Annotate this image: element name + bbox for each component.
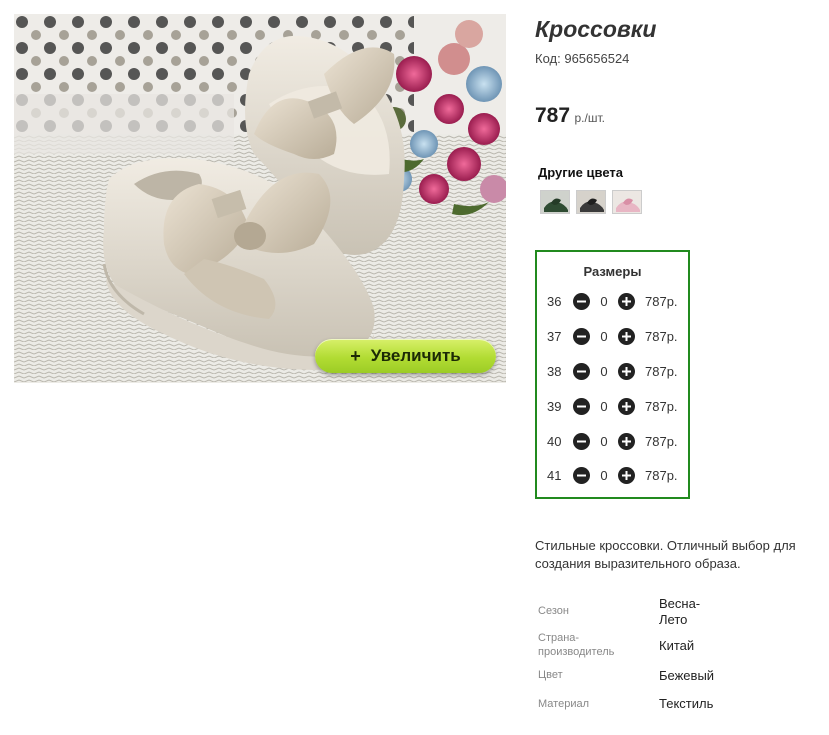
property-value-material: Текстиль xyxy=(659,696,714,711)
size-label: 38 xyxy=(547,363,562,379)
size-price: 787р. xyxy=(645,433,678,449)
size-row-38: 38 0 787р. xyxy=(547,361,687,381)
property-label-material: Материал xyxy=(538,698,589,710)
plus-icon[interactable] xyxy=(618,397,635,415)
product-code-label: Код: xyxy=(535,51,561,66)
size-row-41: 41 0 787р. xyxy=(547,465,687,485)
plus-icon[interactable] xyxy=(618,362,635,380)
swatch-pink[interactable] xyxy=(612,190,642,214)
size-label: 37 xyxy=(547,328,562,344)
size-price: 787р. xyxy=(645,467,678,483)
minus-icon[interactable] xyxy=(573,362,590,380)
size-quantity: 0 xyxy=(600,328,608,344)
product-description: Стильные кроссовки. Отличный выбор для с… xyxy=(535,538,796,571)
price-amount: 787 xyxy=(535,104,571,127)
minus-icon[interactable] xyxy=(573,466,590,484)
size-label: 36 xyxy=(547,293,562,309)
product-code: Код: 965656524 xyxy=(535,51,629,66)
product-price: 787 р./шт. xyxy=(535,104,605,128)
price-unit: р./шт. xyxy=(574,111,605,125)
property-value-season: Весна- Лето xyxy=(659,596,701,627)
product-image xyxy=(14,14,506,383)
property-label-season: Сезон xyxy=(538,605,569,617)
size-price: 787р. xyxy=(645,328,678,344)
zoom-button-label: Увеличить xyxy=(370,346,461,365)
sizes-title: Размеры xyxy=(583,264,642,279)
property-value-country: Китай xyxy=(659,638,695,653)
size-price: 787р. xyxy=(645,398,678,414)
black-sneaker-thumb xyxy=(577,191,605,213)
size-label: 40 xyxy=(547,433,562,449)
product-code-value: 965656524 xyxy=(564,51,630,66)
plus-icon: + xyxy=(350,345,361,366)
pink-sneaker-thumb xyxy=(613,191,641,213)
size-row-37: 37 0 787р. xyxy=(547,326,687,346)
property-label-country: Страна- производитель xyxy=(538,632,615,658)
product-title: Кроссовки xyxy=(535,16,657,42)
size-quantity: 0 xyxy=(600,293,608,309)
swatch-black[interactable] xyxy=(576,190,606,214)
other-colors-title: Другие цвета xyxy=(538,165,623,180)
size-row-40: 40 0 787р. xyxy=(547,431,687,451)
minus-icon[interactable] xyxy=(573,432,590,450)
sizes-panel: Размеры 36 0 787р. 37 0 787р. 38 0 787р.… xyxy=(535,250,690,499)
property-value-color: Бежевый xyxy=(659,668,715,683)
size-label: 41 xyxy=(547,467,562,483)
plus-icon[interactable] xyxy=(618,432,635,450)
size-price: 787р. xyxy=(645,293,678,309)
minus-icon[interactable] xyxy=(573,327,590,345)
minus-icon[interactable] xyxy=(573,397,590,415)
size-quantity: 0 xyxy=(600,398,608,414)
size-quantity: 0 xyxy=(600,433,608,449)
size-quantity: 0 xyxy=(600,363,608,379)
size-price: 787р. xyxy=(645,363,678,379)
product-photo[interactable]: + Увеличить xyxy=(14,14,506,383)
plus-icon[interactable] xyxy=(618,466,635,484)
dark-green-sneaker-thumb xyxy=(541,191,569,213)
size-quantity: 0 xyxy=(600,467,608,483)
size-row-39: 39 0 787р. xyxy=(547,396,687,416)
minus-icon[interactable] xyxy=(573,292,590,310)
swatch-dark-green[interactable] xyxy=(540,190,570,214)
plus-icon[interactable] xyxy=(618,292,635,310)
zoom-button[interactable]: + Увеличить xyxy=(315,339,496,373)
plus-icon[interactable] xyxy=(618,327,635,345)
property-label-color: Цвет xyxy=(538,669,563,681)
color-swatches xyxy=(540,190,642,214)
size-row-36: 36 0 787р. xyxy=(547,291,687,311)
size-label: 39 xyxy=(547,398,562,414)
